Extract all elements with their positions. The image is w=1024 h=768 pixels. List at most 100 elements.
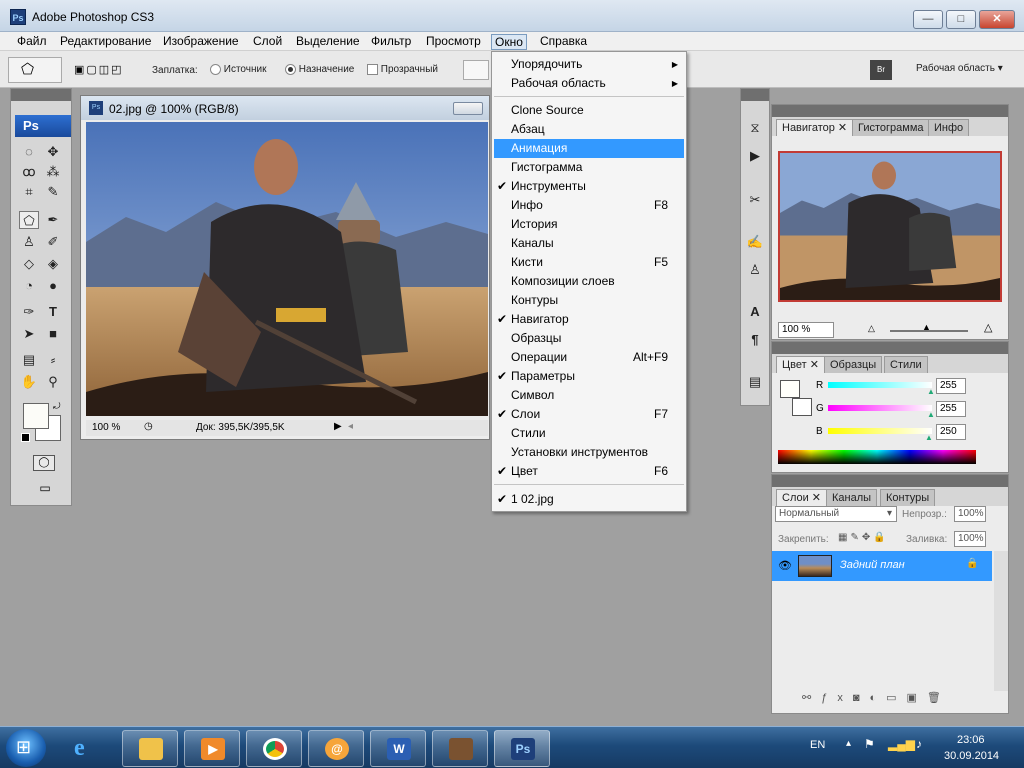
zoom-tool-icon[interactable]: ⚲ — [43, 373, 63, 391]
menu-item-paths[interactable]: Контуры — [494, 291, 684, 310]
channel-r-slider[interactable] — [828, 382, 932, 388]
marquee-tool-icon[interactable]: ◌ — [19, 143, 39, 161]
zoom-slider-thumb[interactable]: ▲ — [922, 322, 931, 332]
menu-item-actions[interactable]: Операции Alt+F9 — [494, 348, 684, 367]
menu-item-brushes[interactable]: Кисти F5 — [494, 253, 684, 272]
menu-help[interactable]: Справка — [537, 34, 590, 50]
patch-tool-icon[interactable]: ⬠ — [19, 211, 39, 229]
tab-histogram[interactable]: Гистограмма — [852, 119, 930, 137]
tab-styles[interactable]: Стили — [884, 356, 928, 374]
character-panel-icon[interactable]: A — [745, 303, 765, 321]
notes-tool-icon[interactable]: ▤ — [19, 351, 39, 369]
menu-item-color[interactable]: ✔ Цвет F6 — [494, 462, 684, 481]
zoom-in-icon[interactable]: △ — [984, 321, 992, 334]
menu-file[interactable]: Файл — [14, 34, 50, 50]
navigator-zoom-field[interactable]: 100 % — [778, 322, 834, 338]
layers-header[interactable] — [772, 475, 1008, 487]
menu-item-workspace[interactable]: Рабочая область ▶ — [494, 74, 684, 93]
taskbar-bear[interactable] — [432, 730, 488, 767]
tab-layers[interactable]: Слои ✕ — [776, 489, 828, 507]
color-header[interactable] — [772, 342, 1008, 354]
toolbox-header[interactable] — [11, 89, 71, 101]
menu-filter[interactable]: Фильтр — [368, 34, 414, 50]
destination-option[interactable]: Назначение — [285, 64, 354, 75]
taskbar-chrome[interactable] — [246, 730, 302, 767]
start-button[interactable]: ⊞ — [6, 729, 46, 767]
pen-tool-icon[interactable]: ✑ — [19, 303, 39, 321]
transparent-checkbox[interactable] — [367, 64, 378, 75]
tray-arrow-icon[interactable]: ▴ — [846, 738, 851, 749]
menu-item-character[interactable]: Символ — [494, 386, 684, 405]
clone-stamp-icon[interactable]: ♙ — [19, 233, 39, 251]
menu-item-clone-source[interactable]: Clone Source — [494, 101, 684, 120]
menu-item-tools[interactable]: ✔ Инструменты — [494, 177, 684, 196]
actions-panel-icon[interactable]: ▶ — [745, 147, 765, 165]
opacity-field[interactable]: 100% — [954, 506, 986, 522]
path-select-icon[interactable]: ➤ — [19, 325, 39, 343]
blend-mode-select[interactable]: Нормальный ▾ — [775, 506, 897, 522]
layers-scrollbar[interactable] — [994, 551, 1008, 691]
history-brush-icon[interactable]: ✐ — [43, 233, 63, 251]
eraser-tool-icon[interactable]: ◇ — [19, 255, 39, 273]
eye-icon[interactable]: 👁 — [778, 559, 792, 572]
channel-r-value[interactable]: 255 — [936, 378, 966, 394]
menu-item-animation[interactable]: Анимация — [494, 139, 684, 158]
minimize-button[interactable]: — — [913, 10, 943, 29]
destination-radio[interactable] — [285, 64, 296, 75]
status-arrow-icon[interactable]: ▶ — [334, 421, 342, 432]
layer-row-background[interactable]: 👁 Задний план 🔒 — [772, 551, 992, 581]
channel-b-slider[interactable] — [828, 428, 932, 434]
menu-select[interactable]: Выделение — [293, 34, 363, 50]
menu-view[interactable]: Просмотр — [423, 34, 484, 50]
move-tool-icon[interactable]: ✥ — [43, 143, 63, 161]
lock-icons[interactable]: ▦✎✥🔒 — [838, 532, 889, 543]
file-browser-icon[interactable]: Br — [870, 60, 892, 80]
menu-item-tool-presets[interactable]: Установки инструментов — [494, 443, 684, 462]
menu-item-navigator[interactable]: ✔ Навигатор — [494, 310, 684, 329]
clone-source-panel-icon[interactable]: ♙ — [745, 261, 765, 279]
menu-item-info[interactable]: Инфо F8 — [494, 196, 684, 215]
tab-swatches[interactable]: Образцы — [824, 356, 883, 374]
menu-layer[interactable]: Слой — [250, 34, 285, 50]
menu-item-swatches[interactable]: Образцы — [494, 329, 684, 348]
tab-paths[interactable]: Контуры — [880, 489, 936, 507]
menu-item-history[interactable]: История — [494, 215, 684, 234]
zoom-out-icon[interactable]: △ — [868, 323, 875, 334]
history-panel-icon[interactable]: ⧖ — [745, 119, 765, 137]
tab-navigator[interactable]: Навигатор ✕ — [776, 119, 854, 137]
fg-color-chip[interactable] — [780, 380, 800, 398]
fill-field[interactable]: 100% — [954, 531, 986, 547]
menu-item-styles[interactable]: Стили — [494, 424, 684, 443]
taskbar-word[interactable]: W — [370, 730, 426, 767]
close-button[interactable]: ✕ — [979, 10, 1015, 29]
menu-item-options[interactable]: ✔ Параметры — [494, 367, 684, 386]
blur-tool-icon[interactable]: ◔ — [19, 277, 39, 295]
crop-tool-icon[interactable]: ⌗ — [19, 183, 39, 201]
channel-g-slider[interactable] — [828, 405, 932, 411]
menu-window[interactable]: Окно — [491, 34, 527, 50]
patch-tool-preset-icon[interactable]: ⬠ — [8, 57, 62, 83]
document-zoom[interactable]: 100 % — [92, 422, 120, 433]
source-option[interactable]: Источник — [210, 64, 266, 75]
document-titlebar[interactable]: Ps 02.jpg @ 100% (RGB/8) — [81, 96, 489, 120]
taskbar-media[interactable]: ▶ — [184, 730, 240, 767]
tab-info[interactable]: Инфо — [928, 119, 970, 137]
layer-comps-icon[interactable]: ▤ — [745, 373, 765, 391]
eyedropper-icon[interactable]: ⸗ — [43, 351, 63, 369]
menu-item-arrange[interactable]: Упорядочить ▶ — [494, 55, 684, 74]
brushes-panel-icon[interactable]: ✍ — [745, 233, 765, 251]
brush-tool-icon[interactable]: ✒ — [43, 211, 63, 229]
layer-name[interactable]: Задний план — [840, 559, 905, 571]
channel-g-thumb[interactable]: ▲ — [927, 410, 935, 419]
layers-footer-icons[interactable]: ⚯ƒx◙◐▭▣🗑 — [802, 691, 992, 707]
menu-item-paragraph[interactable]: Абзац — [494, 120, 684, 139]
slice-tool-icon[interactable]: ✎ — [43, 183, 63, 201]
signal-tray-icon[interactable]: ▂▄▆ — [888, 737, 915, 751]
type-tool-icon[interactable]: T — [43, 303, 63, 321]
paint-bucket-icon[interactable]: ◈ — [43, 255, 63, 273]
volume-tray-icon[interactable]: ♪ — [916, 737, 922, 751]
document-restore-button[interactable] — [453, 102, 483, 115]
lasso-tool-icon[interactable]: ꝏ — [19, 163, 39, 181]
tool-presets-icon[interactable]: ✂ — [745, 191, 765, 209]
screen-mode-icon[interactable]: ▭ — [33, 481, 57, 495]
